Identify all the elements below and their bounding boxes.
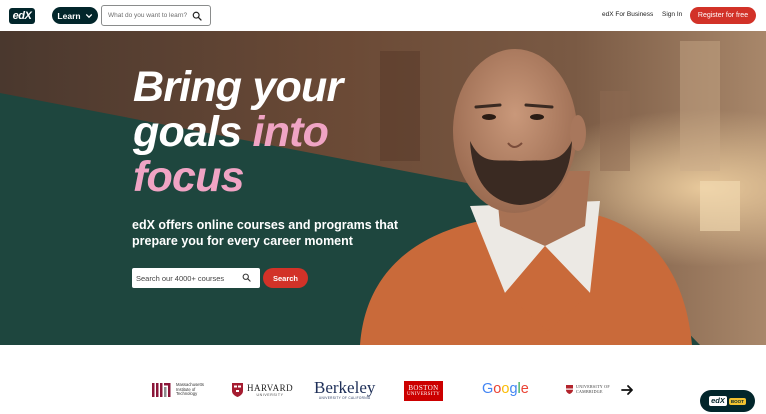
berkeley-sub: UNIVERSITY OF CALIFORNIA	[318, 396, 371, 400]
hero-search-box	[132, 268, 260, 288]
edx-logo[interactable]: edX	[9, 8, 35, 24]
hero-background	[0, 31, 766, 345]
cambridge-line-2: CAMBRIDGE	[576, 388, 603, 394]
harvard-sub: UNIVERSITY	[256, 392, 284, 397]
mit-text: Massachusetts Institute of Technology	[176, 382, 204, 397]
chat-badge-logo: edX	[709, 396, 727, 406]
learn-label: Learn	[57, 10, 81, 21]
hero-section: Bring your goals into focus edX offers o…	[0, 31, 766, 345]
cambridge-wordmark: UNIVERSITY OF CAMBRIDGE	[576, 384, 610, 394]
headline-line-3: focus	[133, 153, 244, 201]
hero-search-input[interactable]	[136, 271, 236, 285]
google-letter: G	[482, 381, 494, 397]
harvard-shield-icon	[232, 383, 243, 397]
berkeley-logo[interactable]: Berkeley UNIVERSITY OF CALIFORNIA	[314, 378, 376, 400]
headline-line-2: goals into	[133, 110, 342, 155]
search-icon[interactable]	[192, 11, 202, 21]
arrow-right-icon[interactable]	[618, 381, 636, 399]
google-letter: g	[509, 381, 518, 397]
edx-bot-chat-button[interactable]: edX BOOT	[700, 390, 755, 412]
sign-in-link[interactable]: Sign In	[662, 11, 682, 18]
hero-subheading: edX offers online courses and programs t…	[132, 218, 399, 248]
google-letter: e	[520, 381, 529, 397]
chat-badge-tag: BOOT	[728, 397, 746, 405]
mit-mark-icon	[152, 383, 171, 397]
site-header: edX Learn edX For Business Sign In Regis…	[0, 0, 766, 31]
headline-into: into	[252, 108, 329, 156]
berkeley-name: Berkeley	[314, 378, 376, 397]
header-search-box	[101, 5, 211, 26]
hero-headline: Bring your goals into focus	[133, 63, 343, 201]
register-button[interactable]: Register for free	[690, 7, 756, 24]
learn-menu-button[interactable]: Learn	[52, 7, 98, 24]
google-logo[interactable]: Google	[482, 381, 529, 397]
cambridge-crest-icon	[566, 385, 573, 394]
partner-logo-strip: Massachusetts Institute of Technology HA…	[0, 345, 766, 414]
google-letter: o	[493, 381, 502, 397]
search-icon	[242, 273, 251, 282]
harvard-logo[interactable]: HARVARD UNIVERSITY	[232, 383, 293, 397]
header-search-input[interactable]	[108, 9, 188, 22]
harvard-name: HARVARD	[247, 382, 294, 393]
google-letter: o	[501, 381, 510, 397]
mit-logo[interactable]: Massachusetts Institute of Technology	[152, 382, 210, 397]
bu-sub: UNIVERSITY	[407, 391, 440, 397]
headline-goals: goals	[133, 108, 253, 156]
cambridge-logo[interactable]: UNIVERSITY OF CAMBRIDGE	[566, 384, 610, 394]
harvard-wordmark: HARVARD UNIVERSITY	[247, 382, 294, 397]
headline-line-1: Bring your	[133, 63, 343, 111]
boston-university-logo[interactable]: BOSTON UNIVERSITY	[404, 381, 443, 401]
hero-search-button[interactable]: Search	[263, 268, 308, 288]
chevron-down-icon	[85, 13, 92, 18]
bu-name: BOSTON	[408, 383, 439, 392]
edx-for-business-link[interactable]: edX For Business	[602, 11, 653, 18]
